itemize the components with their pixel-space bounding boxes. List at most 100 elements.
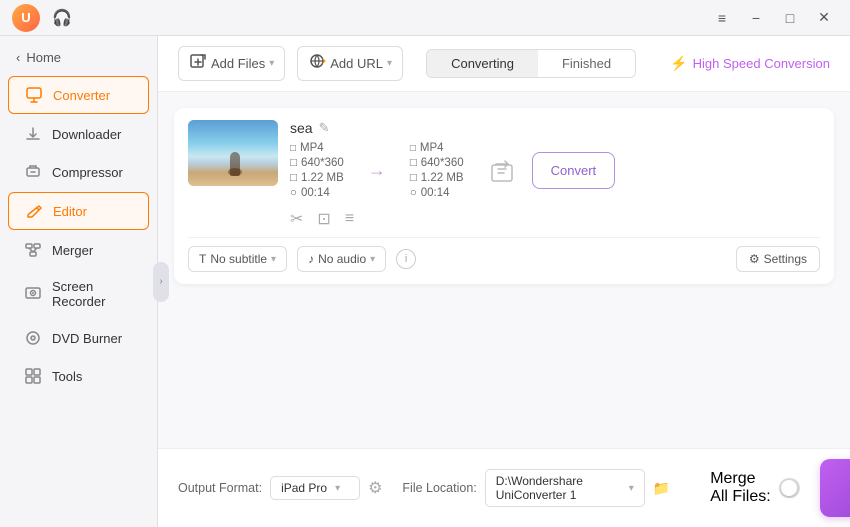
source-duration: 00:14 bbox=[301, 187, 330, 199]
file-location-select[interactable]: D:\Wondershare UniConverter 1 ▾ bbox=[485, 469, 645, 507]
high-speed-label: High Speed Conversion bbox=[693, 56, 830, 71]
file-edit-icon[interactable]: ✎ bbox=[319, 120, 330, 136]
info-button[interactable]: i bbox=[396, 249, 416, 269]
sidebar-converter-label: Converter bbox=[53, 88, 110, 103]
subtitle-chevron: ▾ bbox=[271, 254, 276, 265]
file-target-section: □ MP4 □ 640*360 □ 1.22 MB bbox=[410, 142, 464, 199]
settings-label: Settings bbox=[764, 252, 807, 266]
window-controls: ≡ − □ ✕ bbox=[708, 4, 838, 32]
sidebar-item-downloader[interactable]: Downloader bbox=[8, 116, 149, 152]
file-location-chevron: ▾ bbox=[629, 483, 634, 494]
add-url-button[interactable]: Add URL ▾ bbox=[297, 46, 403, 81]
close-button[interactable]: ✕ bbox=[810, 4, 838, 32]
target-duration: 00:14 bbox=[421, 187, 450, 199]
output-format-select[interactable]: iPad Pro ▾ bbox=[270, 476, 360, 500]
menu-icon[interactable]: ≡ bbox=[708, 4, 736, 32]
sidebar-screen-recorder-label: Screen Recorder bbox=[52, 279, 133, 309]
sidebar-item-dvd-burner[interactable]: DVD Burner bbox=[8, 320, 149, 356]
file-list-area: sea ✎ □ MP4 □ bbox=[158, 92, 850, 448]
file-item: sea ✎ □ MP4 □ bbox=[174, 108, 834, 284]
file-location-label: File Location: bbox=[402, 481, 476, 495]
effects-icon[interactable]: ≡ bbox=[345, 210, 354, 228]
target-size-item: □ 1.22 MB bbox=[410, 172, 464, 184]
output-format-chevron: ▾ bbox=[335, 483, 340, 494]
sidebar-editor-label: Editor bbox=[53, 204, 87, 219]
file-actions-row: ✂ ⊡ ≡ bbox=[290, 209, 820, 229]
start-all-button[interactable]: Start All bbox=[820, 459, 850, 517]
share-section bbox=[488, 157, 516, 185]
convert-arrow-icon: → bbox=[368, 160, 386, 181]
source-duration-item: ○ 00:14 bbox=[290, 187, 344, 199]
tools-icon bbox=[24, 367, 42, 385]
sidebar-item-compressor[interactable]: Compressor bbox=[8, 154, 149, 190]
target-size: 1.22 MB bbox=[421, 172, 464, 184]
subtitle-audio-row: T No subtitle ▾ ♪ No audio ▾ i ⚙ Setting… bbox=[188, 237, 820, 272]
output-format-settings-icon[interactable]: ⚙ bbox=[368, 478, 382, 498]
source-resolution-item: □ 640*360 bbox=[290, 157, 344, 169]
converting-tab[interactable]: Converting bbox=[427, 50, 538, 77]
folder-browse-icon[interactable]: 📁 bbox=[653, 480, 670, 497]
screen-recorder-icon bbox=[24, 285, 42, 303]
settings-button[interactable]: ⚙ Settings bbox=[736, 246, 820, 272]
output-format-label: Output Format: bbox=[178, 481, 262, 495]
converter-icon bbox=[25, 86, 43, 104]
output-format-value: iPad Pro bbox=[281, 481, 327, 495]
add-files-icon bbox=[189, 52, 207, 75]
file-name: sea bbox=[290, 120, 313, 136]
maximize-button[interactable]: □ bbox=[776, 4, 804, 32]
sidebar-dvd-burner-label: DVD Burner bbox=[52, 331, 122, 346]
cut-icon[interactable]: ✂ bbox=[290, 209, 303, 229]
headset-icon[interactable]: 🎧 bbox=[48, 4, 76, 32]
lightning-icon: ⚡ bbox=[670, 55, 687, 72]
share-icon[interactable] bbox=[488, 157, 516, 185]
source-resolution: 640*360 bbox=[301, 157, 344, 169]
target-duration-item: ○ 00:14 bbox=[410, 187, 464, 199]
crop-icon[interactable]: ⊡ bbox=[317, 209, 330, 229]
audio-dropdown[interactable]: ♪ No audio ▾ bbox=[297, 246, 386, 272]
sidebar-downloader-label: Downloader bbox=[52, 127, 121, 142]
main-layout: ‹ Home Converter Downloader bbox=[0, 36, 850, 527]
minimize-button[interactable]: − bbox=[742, 4, 770, 32]
subtitle-icon: T bbox=[199, 252, 206, 266]
compressor-icon bbox=[24, 163, 42, 181]
finished-tab[interactable]: Finished bbox=[538, 50, 635, 77]
audio-icon: ♪ bbox=[308, 252, 314, 266]
user-avatar[interactable]: U bbox=[12, 4, 40, 32]
add-files-label: Add Files bbox=[211, 56, 265, 71]
sidebar-item-converter[interactable]: Converter bbox=[8, 76, 149, 114]
subtitle-label: No subtitle bbox=[210, 252, 267, 266]
back-home-button[interactable]: ‹ Home bbox=[0, 44, 157, 71]
file-name-row: sea ✎ bbox=[290, 120, 820, 136]
target-resolution-icon: □ bbox=[410, 157, 417, 169]
sidebar-item-screen-recorder[interactable]: Screen Recorder bbox=[8, 270, 149, 318]
sidebar-item-tools[interactable]: Tools bbox=[8, 358, 149, 394]
target-duration-icon: ○ bbox=[410, 187, 417, 199]
subtitle-dropdown[interactable]: T No subtitle ▾ bbox=[188, 246, 287, 272]
target-size-icon: □ bbox=[410, 172, 417, 184]
top-toolbar: Add Files ▾ Add URL ▾ bbox=[158, 36, 850, 92]
add-url-label: Add URL bbox=[330, 56, 383, 71]
editor-icon bbox=[25, 202, 43, 220]
sidebar-item-merger[interactable]: Merger bbox=[8, 232, 149, 268]
file-location-field: File Location: D:\Wondershare UniConvert… bbox=[402, 469, 670, 507]
source-size: 1.22 MB bbox=[301, 172, 344, 184]
source-format: MP4 bbox=[300, 142, 324, 154]
target-resolution: 640*360 bbox=[421, 157, 464, 169]
sidebar: ‹ Home Converter Downloader bbox=[0, 36, 158, 527]
dvd-burner-icon bbox=[24, 329, 42, 347]
merger-icon bbox=[24, 241, 42, 259]
converting-tabs: Converting Finished bbox=[426, 49, 636, 78]
file-item-top: sea ✎ □ MP4 □ bbox=[188, 120, 820, 229]
convert-button[interactable]: Convert bbox=[532, 152, 616, 189]
file-details: sea ✎ □ MP4 □ bbox=[290, 120, 820, 229]
merge-toggle[interactable] bbox=[779, 478, 799, 498]
sidebar-collapse-button[interactable]: › bbox=[153, 262, 169, 302]
sidebar-item-editor[interactable]: Editor bbox=[8, 192, 149, 230]
file-source-section: □ MP4 □ 640*360 □ 1.22 MB bbox=[290, 142, 344, 199]
back-arrow-icon: ‹ bbox=[16, 50, 20, 65]
source-format-icon: □ bbox=[290, 143, 296, 154]
add-files-button[interactable]: Add Files ▾ bbox=[178, 46, 285, 81]
high-speed-button[interactable]: ⚡ High Speed Conversion bbox=[670, 55, 830, 72]
target-resolution-item: □ 640*360 bbox=[410, 157, 464, 169]
sidebar-merger-label: Merger bbox=[52, 243, 93, 258]
